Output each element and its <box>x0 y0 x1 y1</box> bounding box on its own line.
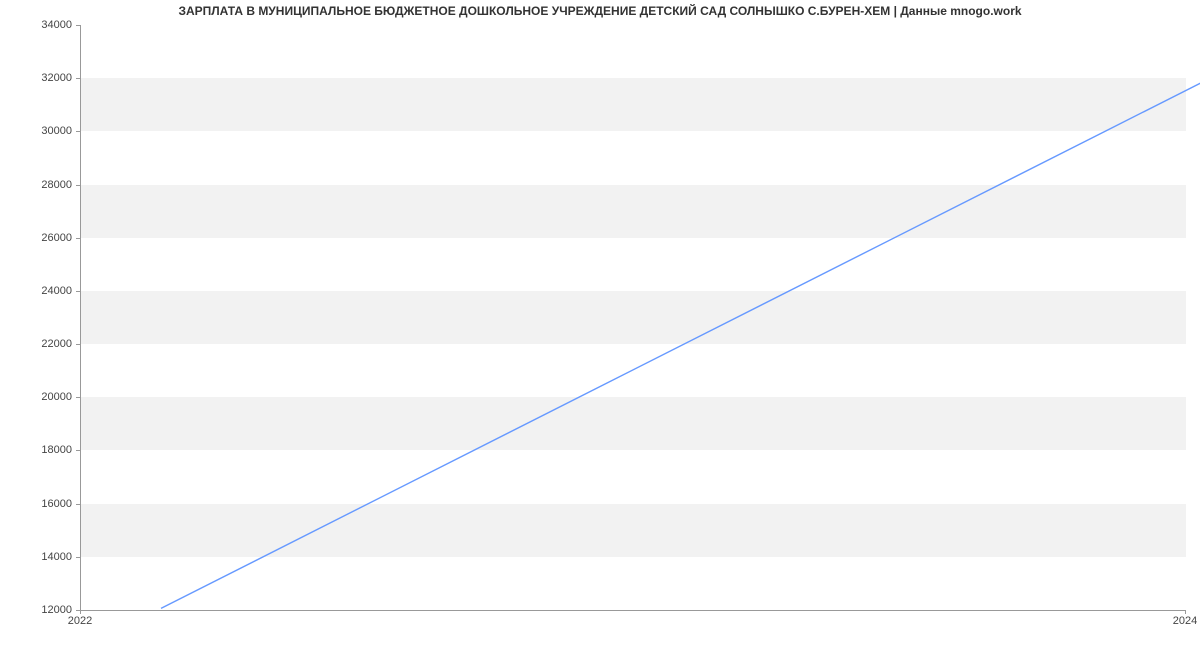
y-tick-label: 34000 <box>24 19 72 31</box>
chart-container: ЗАРПЛАТА В МУНИЦИПАЛЬНОЕ БЮДЖЕТНОЕ ДОШКО… <box>0 0 1200 650</box>
y-tick-mark <box>76 344 80 345</box>
y-tick-mark <box>76 78 80 79</box>
y-tick-label: 22000 <box>24 338 72 350</box>
y-tick-mark <box>76 557 80 558</box>
y-tick-label: 20000 <box>24 391 72 403</box>
y-tick-mark <box>76 25 80 26</box>
y-tick-mark <box>76 131 80 132</box>
chart-title: ЗАРПЛАТА В МУНИЦИПАЛЬНОЕ БЮДЖЕТНОЕ ДОШКО… <box>0 4 1200 18</box>
chart-line-layer <box>161 50 1200 635</box>
y-tick-label: 30000 <box>24 125 72 137</box>
y-tick-mark <box>76 291 80 292</box>
plot-area <box>80 25 1186 611</box>
y-tick-label: 28000 <box>24 179 72 191</box>
x-tick-mark <box>80 610 81 614</box>
y-tick-mark <box>76 504 80 505</box>
y-tick-label: 26000 <box>24 232 72 244</box>
x-tick-mark <box>1185 610 1186 614</box>
x-tick-label: 2022 <box>68 615 92 627</box>
y-tick-mark <box>76 450 80 451</box>
y-tick-label: 24000 <box>24 285 72 297</box>
y-tick-label: 16000 <box>24 498 72 510</box>
x-tick-label: 2024 <box>1173 615 1197 627</box>
y-tick-mark <box>76 397 80 398</box>
y-tick-label: 32000 <box>24 72 72 84</box>
chart-series-line <box>161 50 1200 608</box>
y-tick-mark <box>76 185 80 186</box>
y-tick-label: 14000 <box>24 551 72 563</box>
y-tick-label: 12000 <box>24 604 72 616</box>
y-tick-mark <box>76 238 80 239</box>
y-tick-label: 18000 <box>24 444 72 456</box>
